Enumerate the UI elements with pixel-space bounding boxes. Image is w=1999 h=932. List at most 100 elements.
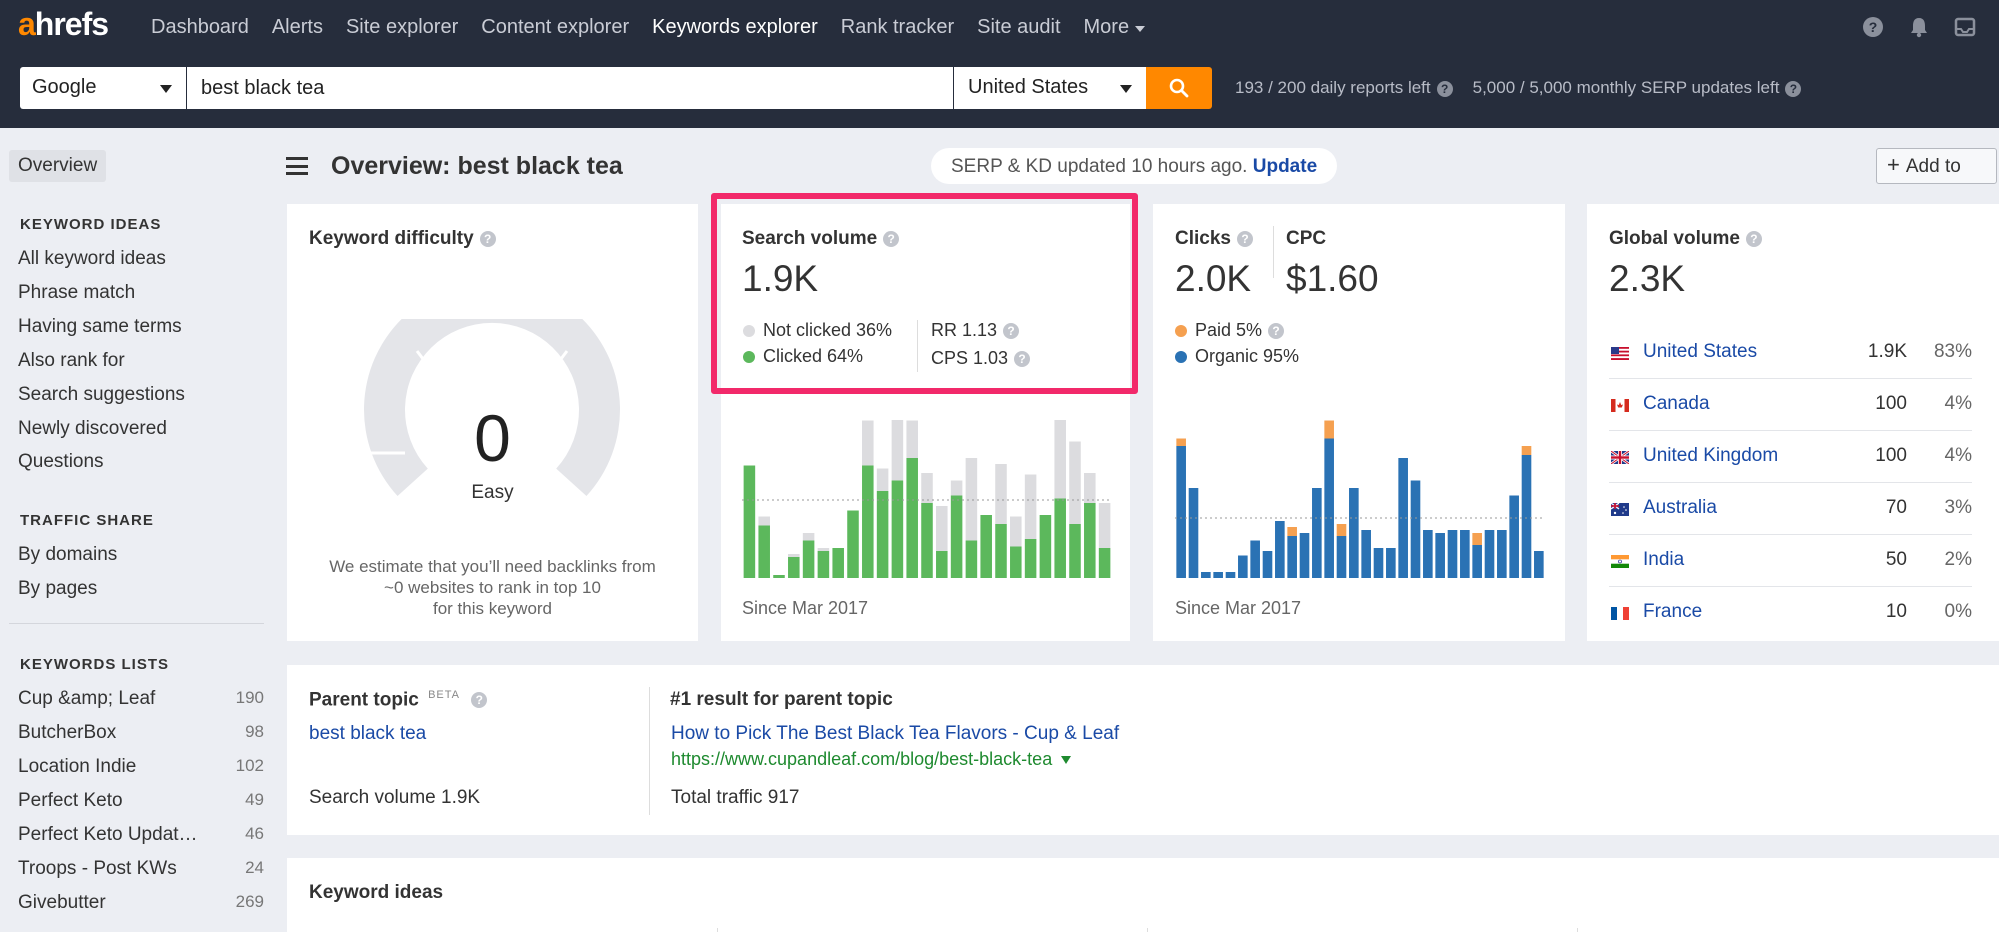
keyword-ideas-col-divider — [1577, 928, 1578, 932]
clicks-bar-organic — [1349, 488, 1359, 578]
country-row: United States 1.9K 83% — [1609, 327, 1972, 379]
country-volume: 100 — [1875, 393, 1907, 414]
kd-title-text: Keyword difficulty — [309, 228, 474, 249]
cpc-value: $1.60 — [1286, 258, 1379, 299]
sidebar-item-questions[interactable]: Questions — [18, 451, 104, 473]
clicks-bar-organic — [1188, 488, 1199, 578]
sidebar-item-overview[interactable]: Overview — [9, 150, 107, 182]
menu-toggle-icon[interactable] — [286, 157, 308, 175]
clicks-bar-organic — [1225, 572, 1236, 578]
ahrefs-logo[interactable]: ahrefs — [18, 6, 109, 43]
sv-bar-clicked — [876, 491, 889, 578]
sidebar-item-phrase-match[interactable]: Phrase match — [18, 282, 135, 304]
keyword-list-item[interactable]: ButcherBox 98 — [18, 722, 264, 744]
help-icon[interactable]: ? — [479, 230, 496, 247]
help-icon[interactable]: ? — [1861, 15, 1885, 39]
search-button[interactable] — [1146, 67, 1212, 109]
nav-site-explorer[interactable]: Site explorer — [346, 16, 458, 39]
list-name: ButcherBox — [18, 722, 117, 743]
sidebar-divider — [9, 623, 264, 624]
inbox-icon[interactable] — [1953, 15, 1977, 39]
nav-rank-tracker[interactable]: Rank tracker — [841, 16, 954, 39]
country-link[interactable]: United States — [1643, 341, 1757, 363]
list-name: Perfect Keto Updat… — [18, 824, 198, 845]
list-count: 269 — [235, 892, 264, 911]
top-result-link[interactable]: How to Pick The Best Black Tea Flavors -… — [671, 723, 1119, 745]
sidebar-item-also-rank-for[interactable]: Also rank for — [18, 350, 125, 372]
nav-dashboard[interactable]: Dashboard — [151, 16, 249, 39]
top-nav: ahrefs Dashboard Alerts Site explorer Co… — [0, 0, 1999, 55]
sv-bar-not-clicked — [950, 480, 963, 496]
update-link[interactable]: Update — [1253, 156, 1317, 177]
sv-bar-not-clicked — [802, 533, 815, 541]
sv-bar-not-clicked — [1024, 474, 1037, 539]
sv-bar-clicked — [1024, 539, 1037, 578]
add-to-button[interactable]: + Add to — [1876, 148, 1997, 184]
nav-content-explorer[interactable]: Content explorer — [481, 16, 629, 39]
keyword-list-item[interactable]: Cup &amp; Leaf 190 — [18, 688, 264, 710]
daily-reports-text: 193 / 200 daily reports left — [1235, 78, 1431, 97]
sv-bar-clicked — [1084, 503, 1096, 578]
help-icon[interactable]: ? — [1785, 80, 1802, 97]
keyword-list-item[interactable]: Perfect Keto Updat… 46 — [18, 824, 264, 846]
nav-keywords-explorer[interactable]: Keywords explorer — [652, 16, 818, 39]
clicks-title-text: Clicks — [1175, 228, 1231, 249]
sv-since: Since Mar 2017 — [742, 598, 869, 618]
country-volume: 70 — [1885, 497, 1907, 518]
keywords-lists-heading: KEYWORDS LISTS — [20, 656, 170, 673]
clicks-bar-organic — [1534, 551, 1544, 578]
sidebar-item-all-keyword-ideas[interactable]: All keyword ideas — [18, 248, 166, 270]
keyword-list-item[interactable]: Troops - Post KWs 24 — [18, 858, 264, 880]
help-icon[interactable]: ? — [1268, 323, 1285, 340]
sidebar-item-newly-discovered[interactable]: Newly discovered — [18, 418, 167, 440]
nav-more[interactable]: More — [1084, 16, 1146, 39]
help-icon[interactable]: ? — [1745, 230, 1762, 247]
keyword-list-item[interactable]: Givebutter 269 — [18, 892, 264, 914]
parent-topic-link[interactable]: best black tea — [309, 723, 426, 745]
country-link[interactable]: Canada — [1643, 393, 1710, 415]
sv-bar-clicked — [891, 480, 904, 578]
help-icon[interactable]: ? — [1436, 80, 1453, 97]
keyword-ideas-title: Keyword ideas — [309, 882, 444, 903]
chevron-down-icon — [1061, 756, 1072, 765]
sidebar-item-by-pages[interactable]: By pages — [18, 578, 97, 600]
clicks-bar-organic — [1521, 455, 1532, 578]
country-link[interactable]: United Kingdom — [1643, 445, 1778, 467]
country-row: Canada 100 4% — [1609, 379, 1972, 431]
kd-note: We estimate that you’ll need backlinks f… — [287, 556, 698, 619]
chevron-down-icon — [1135, 25, 1146, 32]
keyword-list-item[interactable]: Perfect Keto 49 — [18, 790, 264, 812]
sidebar-item-having-same-terms[interactable]: Having same terms — [18, 316, 182, 338]
clicks-bar-organic — [1423, 530, 1433, 578]
india-flag-icon — [1611, 555, 1629, 568]
clicks-bar-paid — [1521, 446, 1532, 455]
clicks-bar-organic — [1213, 572, 1223, 578]
clicks-bar-organic — [1275, 521, 1285, 578]
sv-bar-clicked — [995, 524, 1007, 578]
keyword-input[interactable] — [187, 67, 953, 109]
sidebar-item-search-suggestions[interactable]: Search suggestions — [18, 384, 185, 406]
help-icon[interactable]: ? — [1236, 230, 1253, 247]
sv-bar-not-clicked — [1069, 441, 1081, 524]
global-volume-card: Global volume? 2.3K United States 1.9K 8… — [1587, 204, 1999, 641]
serp-updates-status: 5,000 / 5,000 monthly SERP updates left? — [1473, 78, 1802, 98]
country-volume: 50 — [1885, 549, 1907, 570]
plus-icon: + — [1887, 152, 1900, 177]
keyword-ideas-card: Keyword ideas — [287, 858, 1999, 932]
sv-bar-not-clicked — [891, 420, 904, 481]
country-select[interactable]: United States — [954, 67, 1146, 109]
nav-site-audit[interactable]: Site audit — [977, 16, 1060, 39]
nav-alerts[interactable]: Alerts — [272, 16, 323, 39]
sv-bar-not-clicked — [1098, 503, 1111, 548]
country-volume: 1.9K — [1867, 341, 1907, 362]
help-icon[interactable]: ? — [471, 692, 488, 709]
search-engine-select[interactable]: Google — [20, 67, 186, 109]
country-link[interactable]: Australia — [1643, 497, 1717, 519]
keyword-list-item[interactable]: Location Indie 102 — [18, 756, 264, 778]
sidebar-item-by-domains[interactable]: By domains — [18, 544, 117, 566]
country-link[interactable]: India — [1643, 549, 1684, 571]
bell-icon[interactable] — [1907, 15, 1931, 39]
keyword-ideas-col-divider — [717, 928, 718, 932]
country-link[interactable]: France — [1643, 601, 1702, 623]
top-result-url[interactable]: https://www.cupandleaf.com/blog/best-bla… — [671, 749, 1072, 770]
